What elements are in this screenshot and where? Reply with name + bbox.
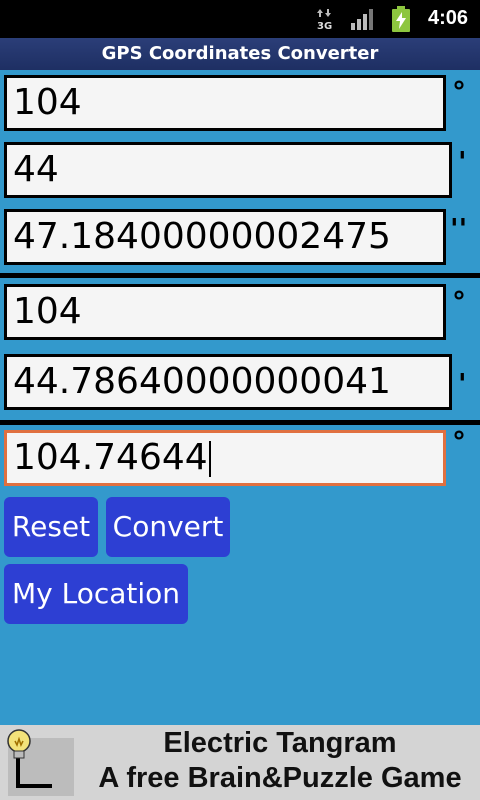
dd-degrees-input[interactable]: 104.74644 <box>4 430 446 486</box>
ad-banner[interactable]: Electric Tangram A free Brain&Puzzle Gam… <box>0 725 480 800</box>
section-divider <box>0 420 480 425</box>
status-bar: 3G 4:06 <box>0 0 480 38</box>
signal-strength-icon <box>351 9 373 30</box>
text-cursor <box>208 441 211 477</box>
dd-degrees-value: 104.74644 <box>13 437 208 478</box>
lightbulb-icon <box>7 729 31 759</box>
data-transfer-3g-icon: 3G <box>317 9 332 31</box>
clock-time: 4:06 <box>428 7 469 29</box>
ad-subtitle: A free Brain&Puzzle Game <box>98 762 462 794</box>
dms-seconds-input[interactable]: 47.18400000002475 <box>4 209 446 265</box>
my-location-button[interactable]: My Location <box>4 564 188 624</box>
section-divider <box>0 273 480 278</box>
dms-degrees-input[interactable]: 104 <box>4 75 446 131</box>
minute-symbol: ' <box>458 145 467 178</box>
reset-button[interactable]: Reset <box>4 497 98 557</box>
degree-symbol: ° <box>452 285 466 318</box>
dm-minutes-input[interactable]: 44.78640000000041 <box>4 354 452 410</box>
dms-minutes-input[interactable]: 44 <box>4 142 452 198</box>
minute-symbol: ' <box>458 367 467 400</box>
convert-button[interactable]: Convert <box>106 497 230 557</box>
dm-degrees-input[interactable]: 104 <box>4 284 446 340</box>
second-symbol: '' <box>450 212 468 245</box>
ad-title: Electric Tangram <box>163 727 397 759</box>
svg-text:3G: 3G <box>317 21 332 31</box>
degree-symbol: ° <box>452 75 466 108</box>
battery-charging-icon <box>392 6 410 32</box>
app-title: GPS Coordinates Converter <box>0 38 480 70</box>
degree-symbol: ° <box>452 425 466 458</box>
